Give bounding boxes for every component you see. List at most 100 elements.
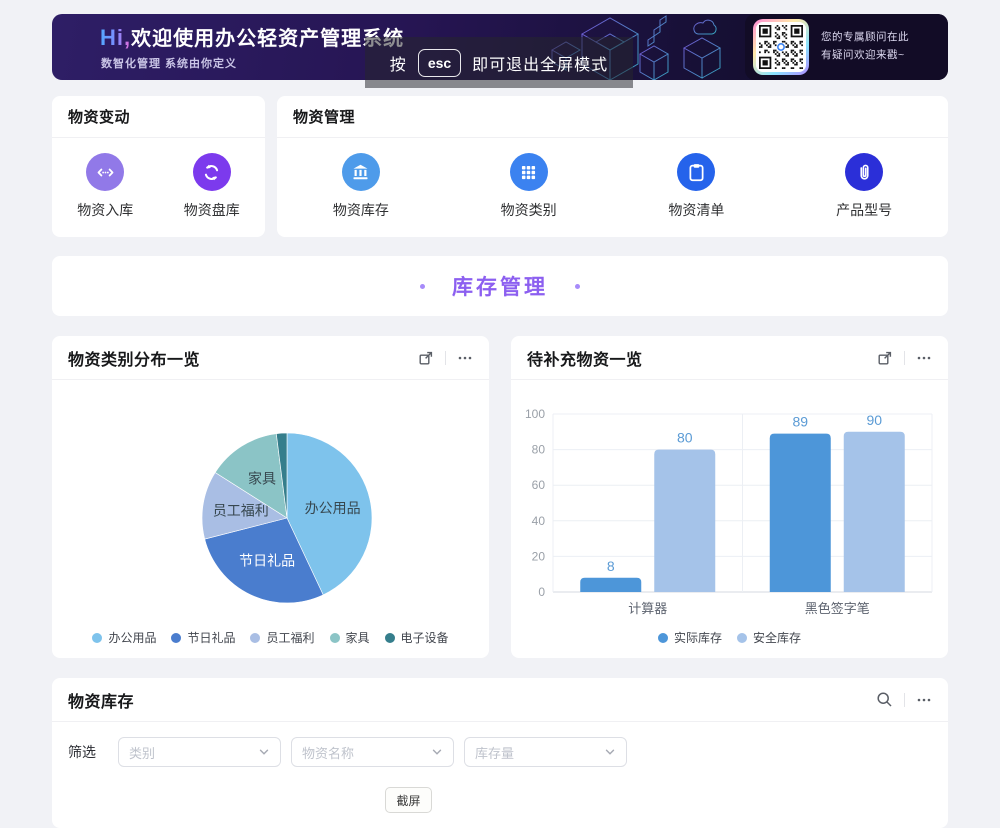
quick-action-label: 物资入库 [77,200,133,220]
legend-item[interactable]: 安全库存 [737,629,801,646]
quick-action-label: 物资库存 [333,200,389,220]
card-header: 物资类别分布一览 [52,336,489,380]
fullscreen-exit-tip: 按 esc 即可退出全屏模式 [365,37,633,88]
svg-text:计算器: 计算器 [628,601,667,616]
legend-item[interactable]: 家具 [330,629,370,646]
inventory-card: 物资库存 筛选 类别 物资名称 库存量 截屏 [52,678,948,828]
quick-action-item[interactable]: 物资库存 [333,153,389,220]
svg-text:家具: 家具 [248,471,276,487]
sync-icon [193,153,231,191]
legend-label: 员工福利 [266,629,314,646]
more-icon[interactable] [916,692,932,708]
svg-text:黑色签字笔: 黑色签字笔 [805,601,870,616]
filter-select[interactable]: 物资名称 [291,737,454,767]
legend-label: 实际库存 [674,629,722,646]
chevron-down-icon [604,746,616,758]
decorative-dot [575,284,580,289]
card-header: 待补充物资一览 [511,336,948,380]
svg-text:20: 20 [532,549,546,563]
pie-legend: 办公用品 节日礼品 员工福利家具 电子设备 [52,629,489,646]
quick-action-item[interactable]: 物资盘库 [184,153,240,220]
paperclip-icon [845,153,883,191]
more-icon[interactable] [916,350,932,366]
material-change-card: 物资变动 物资入库 物资盘库 [52,96,265,237]
select-placeholder: 类别 [129,743,155,762]
legend-dot [250,633,260,643]
svg-text:90: 90 [866,412,882,428]
banner-subtitle: 数智化管理 系统由你定义 [101,55,237,71]
grid-icon [510,153,548,191]
chevron-down-icon [258,746,270,758]
card-header: 物资变动 [52,96,265,138]
screenshot-button[interactable]: 截屏 [385,787,432,813]
svg-text:89: 89 [792,414,808,430]
inventory-section-band: 库存管理 [52,256,948,316]
card-title: 物资变动 [68,106,130,127]
filter-select[interactable]: 库存量 [464,737,627,767]
card-title: 待补充物资一览 [527,346,643,370]
svg-text:8: 8 [607,558,615,574]
bar-legend: 实际库存 安全库存 [511,629,948,646]
legend-dot [385,633,395,643]
legend-dot [171,633,181,643]
section-title: 库存管理 [452,271,548,301]
divider [904,693,905,707]
legend-item[interactable]: 电子设备 [385,629,449,646]
legend-item[interactable]: 实际库存 [658,629,722,646]
quick-action-item[interactable]: 物资入库 [77,153,133,220]
material-manage-card: 物资管理 物资库存 物资类别物资清单 产品型号 [277,96,948,237]
card-title: 物资类别分布一览 [68,346,200,370]
legend-dot [658,633,668,643]
bank-icon [342,153,380,191]
legend-dot [737,633,747,643]
svg-text:80: 80 [532,443,546,457]
quick-action-label: 物资清单 [668,200,724,220]
legend-item[interactable]: 员工福利 [250,629,314,646]
qr-code [753,19,809,75]
legend-dot [92,633,102,643]
card-title: 物资库存 [68,688,134,712]
divider [904,351,905,365]
legend-label: 电子设备 [401,629,449,646]
clipboard-icon [677,153,715,191]
legend-item[interactable]: 节日礼品 [171,629,235,646]
svg-text:员工福利: 员工福利 [213,503,269,519]
filter-select[interactable]: 类别 [118,737,281,767]
bar-chart: 020406080100计算器880黑色签字笔8990 [511,380,948,625]
quick-action-item[interactable]: 物资类别 [501,153,557,220]
svg-text:60: 60 [532,478,546,492]
select-placeholder: 物资名称 [302,743,354,762]
svg-text:节日礼品: 节日礼品 [239,552,295,568]
expand-icon[interactable] [418,350,434,366]
quick-action-item[interactable]: 物资清单 [668,153,724,220]
legend-label: 节日礼品 [187,629,235,646]
pie-chart: 办公用品节日礼品 员工福利 家具 [52,380,489,620]
filter-label: 筛选 [68,742,96,762]
select-placeholder: 库存量 [475,743,514,762]
card-title: 物资管理 [293,106,355,127]
decorative-dot [420,284,425,289]
search-icon[interactable] [876,691,893,708]
svg-text:0: 0 [538,585,545,599]
consultant-qr-panel: 您的专属顾问在此 有疑问欢迎来戳~ [745,14,948,80]
quick-action-label: 产品型号 [836,200,892,220]
card-header: 物资管理 [277,96,948,138]
qr-caption: 您的专属顾问在此 有疑问欢迎来戳~ [821,29,909,65]
divider [445,351,446,365]
transfer-icon [86,153,124,191]
quick-action-item[interactable]: 产品型号 [836,153,892,220]
legend-label: 安全库存 [753,629,801,646]
card-header: 物资库存 [52,678,948,722]
svg-text:40: 40 [532,514,546,528]
esc-key-badge: esc [418,49,461,77]
banner-title: Hi,欢迎使用办公轻资产管理系统 [100,22,404,51]
svg-text:办公用品: 办公用品 [305,500,361,516]
chevron-down-icon [431,746,443,758]
svg-text:80: 80 [677,430,693,446]
restock-needed-card: 待补充物资一览 020406080100计算器880黑色签字笔8990 实际库存… [511,336,948,658]
legend-item[interactable]: 办公用品 [92,629,156,646]
filter-row: 筛选 类别 物资名称 库存量 [52,722,948,782]
category-distribution-card: 物资类别分布一览 办公用品节日礼品员工福利家具 办公用品节日礼品员工福利家具电子… [52,336,489,658]
expand-icon[interactable] [877,350,893,366]
more-icon[interactable] [457,350,473,366]
